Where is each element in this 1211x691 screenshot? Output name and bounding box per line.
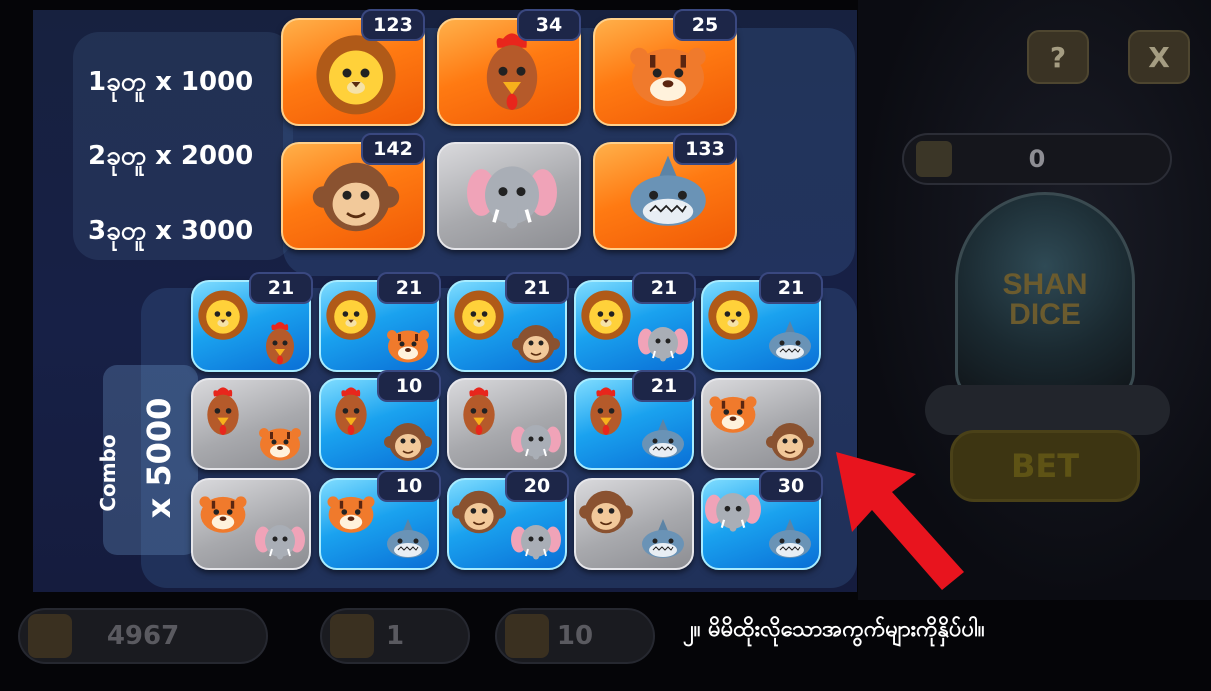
- bottom-balance-value: 4967: [106, 621, 180, 651]
- bet-count-badge: 123: [361, 9, 425, 41]
- shark-icon: [765, 316, 815, 380]
- elephant-icon: [705, 484, 761, 551]
- combo-bet-tile-rooster-elephant[interactable]: [447, 378, 567, 470]
- rooster-icon: [255, 316, 305, 380]
- coin-stack-icon: [505, 614, 549, 658]
- tiger-icon: [195, 484, 251, 551]
- shark-icon: [623, 152, 713, 253]
- multiplier-card: 1ခုတူ x 1000 2ခုတူ x 2000 3ခုတူ x 3000: [73, 32, 293, 260]
- bottom-balance: 4967: [18, 608, 268, 664]
- coin-stack-icon: [916, 141, 952, 177]
- bet-button[interactable]: BET: [950, 430, 1140, 502]
- monkey-icon: [311, 152, 401, 253]
- combo-bet-tile-tiger-elephant[interactable]: [191, 478, 311, 570]
- combo-bet-tile-rooster-tiger[interactable]: [191, 378, 311, 470]
- lion-icon: [323, 286, 379, 353]
- tiger-icon: [255, 414, 305, 478]
- tiger-icon: [623, 28, 713, 129]
- elephant-icon: [255, 514, 305, 578]
- multiplier-row-2: 2ခုတူ x 2000: [88, 141, 254, 171]
- bottom-chip-1-value: 1: [385, 621, 405, 651]
- coin-stack-icon: [330, 614, 374, 658]
- monkey-icon: [765, 414, 815, 478]
- rooster-icon: [451, 384, 507, 451]
- dice-base: [925, 385, 1170, 435]
- multiplier-row-1: 1ခုတူ x 1000: [88, 67, 254, 97]
- elephant-icon: [467, 152, 557, 253]
- shark-icon: [383, 514, 433, 578]
- bottom-chip-1[interactable]: 1: [320, 608, 470, 664]
- balance-value: 0: [1028, 145, 1046, 173]
- coin-stack-icon: [28, 614, 72, 658]
- bet-count-badge: 25: [673, 9, 737, 41]
- shark-icon: [638, 414, 688, 478]
- monkey-icon: [383, 414, 433, 478]
- bet-count-badge: 21: [377, 272, 441, 304]
- rooster-icon: [467, 28, 557, 129]
- bet-count-badge: 142: [361, 133, 425, 165]
- combo-bet-tile-tiger-monkey[interactable]: [701, 378, 821, 470]
- rooster-icon: [195, 384, 251, 451]
- tiger-icon: [705, 384, 761, 451]
- lion-icon: [451, 286, 507, 353]
- combo-bet-tile-monkey-shark[interactable]: [574, 478, 694, 570]
- betting-panel: 1ခုတူ x 1000 2ခုတူ x 2000 3ခုတူ x 3000 C…: [33, 9, 857, 592]
- lion-icon: [195, 286, 251, 353]
- rooster-icon: [578, 384, 634, 451]
- bottom-chip-2-value: 10: [556, 621, 594, 651]
- multiplier-row-3: 3ခုတူ x 3000: [88, 216, 254, 246]
- bet-count-badge: 34: [517, 9, 581, 41]
- combo-label: Combo: [96, 434, 120, 512]
- game-screen: ? X 0 SHAN DICE BET 4967 1 10 1ခုတူ x 10…: [0, 0, 1211, 691]
- help-button[interactable]: ?: [1027, 30, 1089, 84]
- monkey-icon: [451, 484, 507, 551]
- pointer-arrow-icon: [836, 452, 964, 590]
- bet-count-badge: 21: [759, 272, 823, 304]
- bottom-chip-2[interactable]: 10: [495, 608, 655, 664]
- lion-icon: [311, 28, 401, 129]
- bet-count-badge: 21: [632, 370, 696, 402]
- tiger-icon: [323, 484, 379, 551]
- monkey-icon: [578, 484, 634, 551]
- balance-display: 0: [902, 133, 1172, 185]
- instruction-text: ၂။ မိမိထိုးလိုသောအကွက်များကိုနှိပ်ပါ။: [683, 617, 985, 642]
- bet-count-badge: 30: [759, 470, 823, 502]
- rooster-icon: [323, 384, 379, 451]
- shark-icon: [638, 514, 688, 578]
- close-button[interactable]: X: [1128, 30, 1190, 84]
- bet-count-badge: 21: [632, 272, 696, 304]
- bet-count-badge: 20: [505, 470, 569, 502]
- lion-icon: [578, 286, 634, 353]
- elephant-icon: [511, 514, 561, 578]
- monkey-icon: [511, 316, 561, 380]
- elephant-icon: [511, 414, 561, 478]
- bet-count-badge: 21: [505, 272, 569, 304]
- bet-count-badge: 10: [377, 370, 441, 402]
- shark-icon: [765, 514, 815, 578]
- dice-logo: SHAN DICE: [1002, 268, 1088, 331]
- bet-count-badge: 133: [673, 133, 737, 165]
- bet-count-badge: 10: [377, 470, 441, 502]
- single-bet-tile-elephant[interactable]: [437, 142, 581, 250]
- lion-icon: [705, 286, 761, 353]
- combo-multiplier: x 5000: [140, 397, 178, 519]
- bet-count-badge: 21: [249, 272, 313, 304]
